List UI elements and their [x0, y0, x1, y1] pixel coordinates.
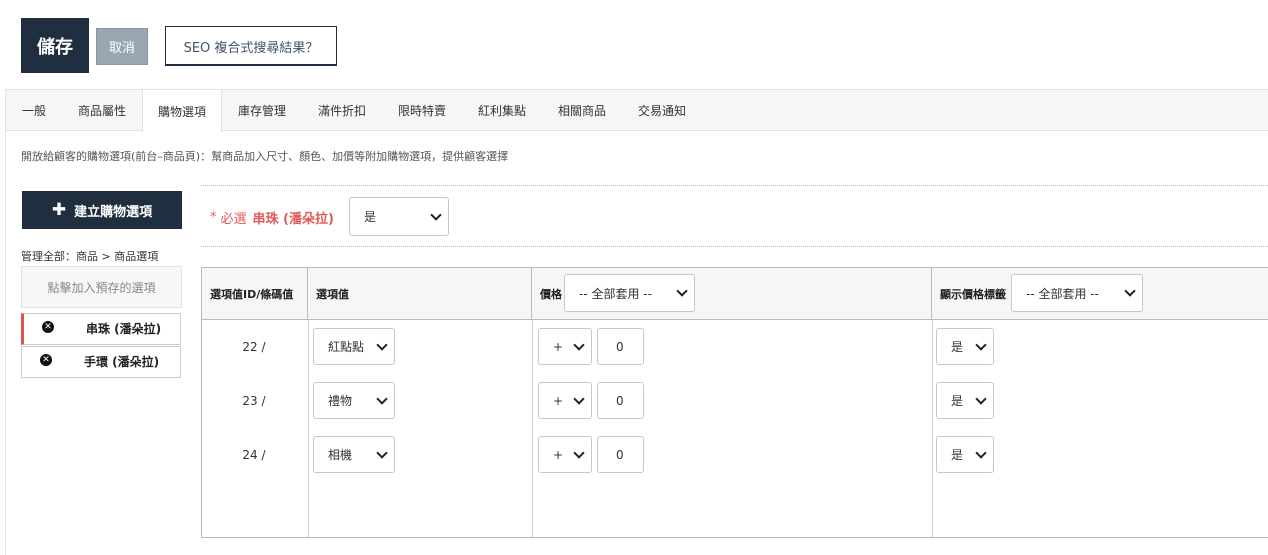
seo-rich-results-button[interactable]: SEO 複合式搜尋結果？: [165, 26, 337, 66]
show-price-apply-all-value: -- 全部套用 --: [1026, 286, 1099, 301]
show-price-value: 是: [951, 340, 964, 354]
cancel-button[interactable]: 取消: [96, 28, 148, 65]
chevron-down-icon: [430, 208, 442, 221]
option-value-select[interactable]: 紅點點: [313, 328, 395, 365]
column-header-id: 選項值ID/條碼值: [202, 268, 308, 320]
required-select[interactable]: 是: [349, 197, 449, 236]
chevron-down-icon: [975, 392, 987, 405]
show-price-select[interactable]: 是: [936, 436, 994, 473]
tab-inventory[interactable]: 庫存管理: [222, 90, 302, 131]
preset-option-button[interactable]: 點擊加入預存的選項: [21, 266, 182, 308]
table-row-id: 22 /: [242, 340, 266, 354]
plus-icon: ✚: [51, 200, 67, 220]
column-divider: [932, 320, 933, 537]
price-sign-value: +: [553, 339, 564, 354]
show-price-select[interactable]: 是: [936, 382, 994, 419]
option-list-item-label: 手環 (潘朵拉): [84, 355, 160, 369]
create-option-label: 建立購物選項: [74, 204, 153, 220]
chevron-down-icon: [676, 285, 688, 297]
table-row-id: 24 /: [242, 448, 266, 462]
tab-attributes[interactable]: 商品屬性: [62, 90, 142, 131]
price-sign-select[interactable]: +: [538, 382, 592, 419]
tab-bar: 一般 商品屬性 購物選項 庫存管理 滿件折扣 限時特賣 紅利集點 相關商品 交易…: [6, 90, 1268, 132]
option-list-item[interactable]: ✕ 串珠 (潘朵拉): [21, 313, 181, 345]
chevron-down-icon: [376, 392, 388, 405]
divider: [201, 185, 1268, 186]
required-label: 必選: [220, 211, 247, 227]
remove-icon[interactable]: ✕: [42, 321, 54, 333]
chevron-down-icon: [376, 446, 388, 459]
remove-icon[interactable]: ✕: [40, 354, 52, 366]
tab-quantity-discount[interactable]: 滿件折扣: [302, 90, 382, 131]
option-name: 串珠 (潘朵拉): [252, 211, 334, 227]
price-input[interactable]: 0: [597, 328, 644, 365]
tab-transaction-notice[interactable]: 交易通知: [622, 90, 702, 131]
column-header-price-label: 價格: [540, 288, 562, 301]
required-select-value: 是: [364, 210, 377, 224]
column-header-show-price-label: 顯示價格標籤: [940, 288, 1006, 301]
price-apply-all-value: -- 全部套用 --: [579, 286, 652, 301]
price-input[interactable]: 0: [597, 436, 644, 473]
tab-bonus-points[interactable]: 紅利集點: [462, 90, 542, 131]
option-value-select[interactable]: 相機: [313, 436, 395, 473]
preset-option-label: 點擊加入預存的選項: [47, 280, 156, 295]
option-list-item-label: 串珠 (潘朵拉): [86, 322, 162, 336]
column-divider: [308, 320, 309, 537]
tab-description: 開放給顧客的購物選項(前台–商品頁)：幫商品加入尺寸、顏色、加價等附加購物選項，…: [21, 150, 509, 163]
column-divider: [532, 320, 533, 537]
tab-shopping-options[interactable]: 購物選項: [142, 90, 222, 132]
chevron-down-icon: [573, 392, 585, 405]
show-price-value: 是: [951, 448, 964, 462]
price-sign-select[interactable]: +: [538, 436, 592, 473]
show-price-select[interactable]: 是: [936, 328, 994, 365]
price-input[interactable]: 0: [597, 382, 644, 419]
tab-flash-sale[interactable]: 限時特賣: [382, 90, 462, 131]
option-value-select[interactable]: 禮物: [313, 382, 395, 419]
save-button[interactable]: 儲存: [21, 18, 89, 73]
column-header-value: 選項值: [308, 268, 532, 320]
option-value: 紅點點: [328, 340, 365, 354]
price-sign-value: +: [553, 393, 564, 408]
price-sign-select[interactable]: +: [538, 328, 592, 365]
option-value: 相機: [328, 448, 353, 462]
chevron-down-icon: [975, 446, 987, 459]
price-sign-value: +: [553, 447, 564, 462]
create-option-button[interactable]: ✚ 建立購物選項: [22, 191, 182, 229]
chevron-down-icon: [573, 446, 585, 459]
chevron-down-icon: [376, 338, 388, 351]
option-list-item[interactable]: ✕ 手環 (潘朵拉): [21, 346, 181, 378]
show-price-value: 是: [951, 394, 964, 408]
option-header: * 必選 串珠 (潘朵拉): [210, 198, 334, 236]
price-apply-all-select[interactable]: -- 全部套用 --: [564, 274, 695, 312]
chevron-down-icon: [1124, 285, 1136, 297]
option-value: 禮物: [328, 394, 353, 408]
show-price-apply-all-select[interactable]: -- 全部套用 --: [1011, 274, 1143, 312]
tab-related-products[interactable]: 相關商品: [542, 90, 622, 131]
tab-general[interactable]: 一般: [6, 90, 62, 131]
chevron-down-icon: [573, 338, 585, 351]
table-row-id: 23 /: [242, 394, 266, 408]
required-star: *: [210, 209, 217, 225]
breadcrumb[interactable]: 管理全部：商品 > 商品選項: [21, 248, 158, 264]
chevron-down-icon: [975, 338, 987, 351]
divider: [201, 246, 1268, 247]
